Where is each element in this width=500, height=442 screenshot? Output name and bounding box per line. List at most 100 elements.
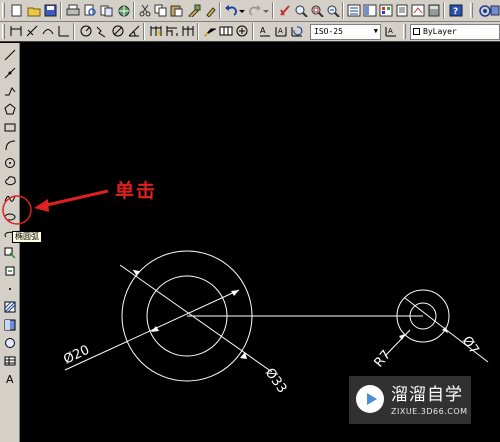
make-block-icon[interactable] [2,263,18,278]
undo-dropdown-icon[interactable] [238,2,246,19]
separator [342,2,344,19]
cut-icon[interactable] [136,2,153,19]
insert-block-icon[interactable] [2,245,18,260]
center-mark-icon[interactable] [234,23,250,39]
dim-text-radius-7: R7 [372,348,395,371]
separator [443,2,445,19]
paste-icon[interactable] [168,2,185,19]
dim-arrowhead [399,334,405,340]
plot-preview-icon[interactable] [81,2,98,19]
separator [73,23,75,40]
dim-line-radius-7[interactable] [384,329,411,357]
markup-icon[interactable] [409,2,426,19]
construction-line-icon[interactable] [2,65,18,80]
polygon-icon[interactable] [2,101,18,116]
svg-text:A: A [388,27,393,35]
separator [272,2,274,19]
radius-dim-icon[interactable] [78,23,94,39]
quick-leader-icon[interactable] [202,23,218,39]
arc-length-icon[interactable] [40,23,56,39]
copy-icon[interactable] [152,2,169,19]
rectangle-icon[interactable] [2,119,18,134]
toolbar-grip[interactable] [2,24,5,39]
polyline-icon[interactable] [2,83,18,98]
save-icon[interactable] [42,2,59,19]
diameter-dim-icon[interactable] [110,23,126,39]
tool-palettes-icon[interactable] [377,2,394,19]
layer-value: ByLayer [423,27,457,36]
dimstyle-select[interactable]: ISO-25 ▼ [310,24,381,40]
3d-dwf-icon[interactable] [115,2,132,19]
aligned-dim-icon[interactable] [24,23,40,39]
pan-icon[interactable] [276,2,293,19]
zoom-previous-icon[interactable] [324,2,341,19]
toolbar-grip[interactable] [2,3,5,18]
dimstyle-value: ISO-25 [314,27,343,36]
help-icon[interactable]: ? [447,2,464,19]
shade-icon[interactable] [490,2,500,19]
match-properties-icon[interactable] [185,2,202,19]
toolbar-grip[interactable] [470,3,473,18]
svg-text:A: A [6,373,14,385]
new-icon[interactable] [8,2,25,19]
separator [133,2,135,19]
dimension-toolbar: A A ISO-25 ▼ A ByLayer [0,22,500,42]
annotation-arrowhead [34,199,49,212]
watermark-url: ZIXUE.3D66.COM [391,407,468,416]
toolbar-grip[interactable] [403,24,406,39]
undo-icon[interactable] [222,2,239,19]
standard-toolbar: ? [0,0,500,22]
dim-text-diameter-20: Ø20 [61,343,92,368]
dim-update-icon[interactable] [289,23,305,39]
properties-icon[interactable] [345,2,362,19]
circle-icon[interactable] [2,155,18,170]
color-swatch-icon [413,28,420,35]
tolerance-icon[interactable] [218,23,234,39]
separator [60,2,62,19]
point-icon[interactable] [2,281,18,296]
separator [197,23,199,40]
line-icon[interactable] [2,47,18,62]
separator [219,2,221,19]
svg-text:?: ? [453,7,458,17]
zoom-window-icon[interactable] [308,2,325,19]
brush-icon[interactable] [202,2,219,19]
multiline-text-icon[interactable]: A [2,371,18,386]
baseline-icon[interactable] [164,23,180,39]
zoom-realtime-icon[interactable] [292,2,309,19]
table-icon[interactable] [2,353,18,368]
hatch-icon[interactable] [2,299,18,314]
publish-icon[interactable] [98,2,115,19]
redo-dropdown-icon[interactable] [262,2,270,19]
annotation-arrow [37,189,109,209]
arc-icon[interactable] [2,137,18,152]
watermark: 溜溜自学 ZIXUE.3D66.COM [349,376,471,424]
dim-line-diameter-33[interactable] [119,264,273,373]
watermark-logo-icon [356,385,384,413]
angular-dim-icon[interactable] [126,23,142,39]
print-icon[interactable] [64,2,81,19]
tooltip: 椭圆弧 [12,231,42,243]
revision-cloud-icon[interactable] [2,173,18,188]
dim-text-edit-icon[interactable]: A [273,23,289,39]
redo-icon[interactable] [246,2,263,19]
open-icon[interactable] [25,2,42,19]
annotation-text: 单击 [115,180,158,202]
svg-text:A: A [278,27,283,35]
dim-text-diameter-33: Ø33 [262,366,290,397]
svg-text:A: A [260,26,266,35]
linear-dim-icon[interactable] [8,23,24,39]
dimstyle-manager-icon[interactable]: A [383,23,399,39]
quick-dim-icon[interactable] [148,23,164,39]
jogged-icon[interactable] [94,23,110,39]
ordinate-icon[interactable] [56,23,72,39]
region-icon[interactable] [2,335,18,350]
design-center-icon[interactable] [361,2,378,19]
continue-icon[interactable] [180,23,196,39]
dim-arrowhead [240,352,247,359]
calculator-icon[interactable] [425,2,442,19]
layer-select[interactable]: ByLayer [410,24,500,40]
dim-edit-icon[interactable]: A [257,23,273,39]
gradient-icon[interactable] [2,317,18,332]
sheet-set-icon[interactable] [393,2,410,19]
